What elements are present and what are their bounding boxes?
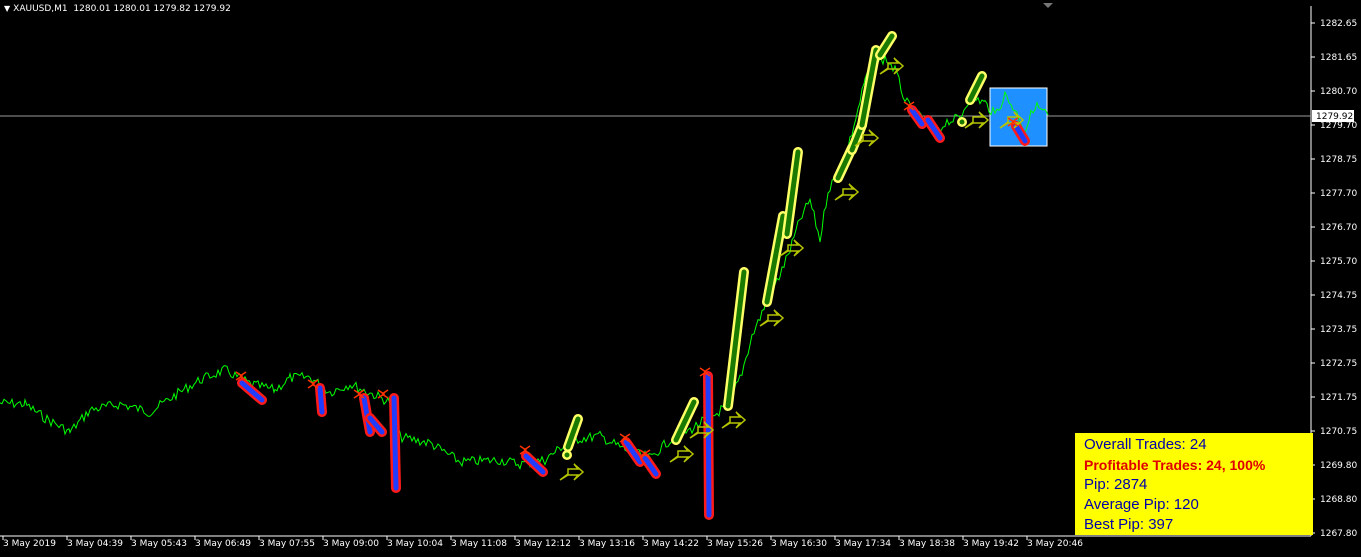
time-axis: 3 May 2019 3 May 04:39 3 May 05:43 3 May 06… <box>2 536 1083 549</box>
price-tick-label: 1271.75 <box>1320 393 1357 403</box>
sell-arrow-icon <box>377 389 389 399</box>
price-tick-label: 1276.70 <box>1320 223 1357 233</box>
current-price-label: 1279.92 <box>1312 110 1354 122</box>
time-tick-label: 3 May 18:38 <box>899 539 955 549</box>
buy-trades <box>562 31 987 460</box>
price-tick-label: 1269.80 <box>1320 461 1357 471</box>
profitable-trades: Profitable Trades: 24, 100% <box>1084 457 1266 473</box>
time-tick-label: 3 May 04:39 <box>67 539 123 549</box>
trade-arrows <box>235 57 1025 481</box>
average-pip: Average Pip: 120 <box>1084 496 1199 513</box>
buy-arrow-icon <box>669 445 695 463</box>
price-line <box>0 55 1049 471</box>
price-tick-label: 1282.65 <box>1320 19 1357 29</box>
price-tick-label: 1279.70 <box>1320 121 1357 131</box>
ohlc-values: 1280.01 1280.01 1279.82 1279.92 <box>73 4 231 14</box>
time-tick-label: 3 May 15:26 <box>707 539 763 549</box>
time-tick-label: 3 May 17:34 <box>835 539 891 549</box>
price-tick-label: 1280.70 <box>1320 87 1357 97</box>
price-tick-label: 1267.80 <box>1320 529 1357 539</box>
price-tick-label: 1278.75 <box>1320 155 1357 165</box>
price-tick-label: 1281.65 <box>1320 53 1357 63</box>
price-tick-label: 1268.80 <box>1320 495 1357 505</box>
best-pip: Best Pip: 397 <box>1084 516 1174 533</box>
price-tick-label: 1272.75 <box>1320 359 1357 369</box>
symbol-name: XAUUSD,M1 <box>13 4 68 14</box>
scroll-marker-icon[interactable] <box>1043 3 1053 8</box>
price-axis: 1282.65 1281.65 1280.70 1279.70 1278.75 1277.… <box>1311 19 1357 539</box>
time-tick-label: 3 May 06:49 <box>195 539 251 549</box>
time-tick-label: 3 May 10:04 <box>387 539 443 549</box>
svg-text:1279.92: 1279.92 <box>1316 112 1353 122</box>
overall-trades: Overall Trades: 24 <box>1084 436 1207 453</box>
price-tick-label: 1275.70 <box>1320 257 1357 267</box>
price-tick-label: 1270.75 <box>1320 427 1357 437</box>
sell-trades <box>237 105 1030 520</box>
total-pip: Pip: 2874 <box>1084 476 1148 493</box>
time-tick-label: 3 May 05:43 <box>131 539 187 549</box>
buy-arrow-icon <box>559 463 585 481</box>
price-tick-label: 1273.75 <box>1320 325 1357 335</box>
symbol-header[interactable]: ▼ XAUUSD,M1 1280.01 1280.01 1279.82 1279.… <box>4 4 231 14</box>
buy-arrow-icon <box>721 411 747 429</box>
price-tick-label: 1274.75 <box>1320 291 1357 301</box>
time-tick-label: 3 May 12:12 <box>515 539 571 549</box>
time-tick-label: 3 May 19:42 <box>963 539 1019 549</box>
time-tick-label: 3 May 20:46 <box>1027 539 1083 549</box>
buy-arrow-icon <box>834 183 860 201</box>
time-tick-label: 3 May 09:00 <box>323 539 379 549</box>
price-tick-label: 1277.70 <box>1320 189 1357 199</box>
time-tick-label: 3 May 16:30 <box>771 539 827 549</box>
time-tick-label: 3 May 07:55 <box>259 539 315 549</box>
buy-arrow-icon <box>964 111 990 129</box>
time-tick-label: 3 May 14:22 <box>643 539 699 549</box>
time-tick-label: 3 May 13:16 <box>579 539 635 549</box>
time-tick-label: 3 May 11:08 <box>451 539 507 549</box>
stats-panel: Overall Trades: 24 Profitable Trades: 24… <box>1075 433 1313 535</box>
time-tick-label: 3 May 2019 <box>3 539 56 549</box>
buy-arrow-icon <box>759 309 785 327</box>
dropdown-triangle-icon[interactable]: ▼ <box>4 4 10 13</box>
